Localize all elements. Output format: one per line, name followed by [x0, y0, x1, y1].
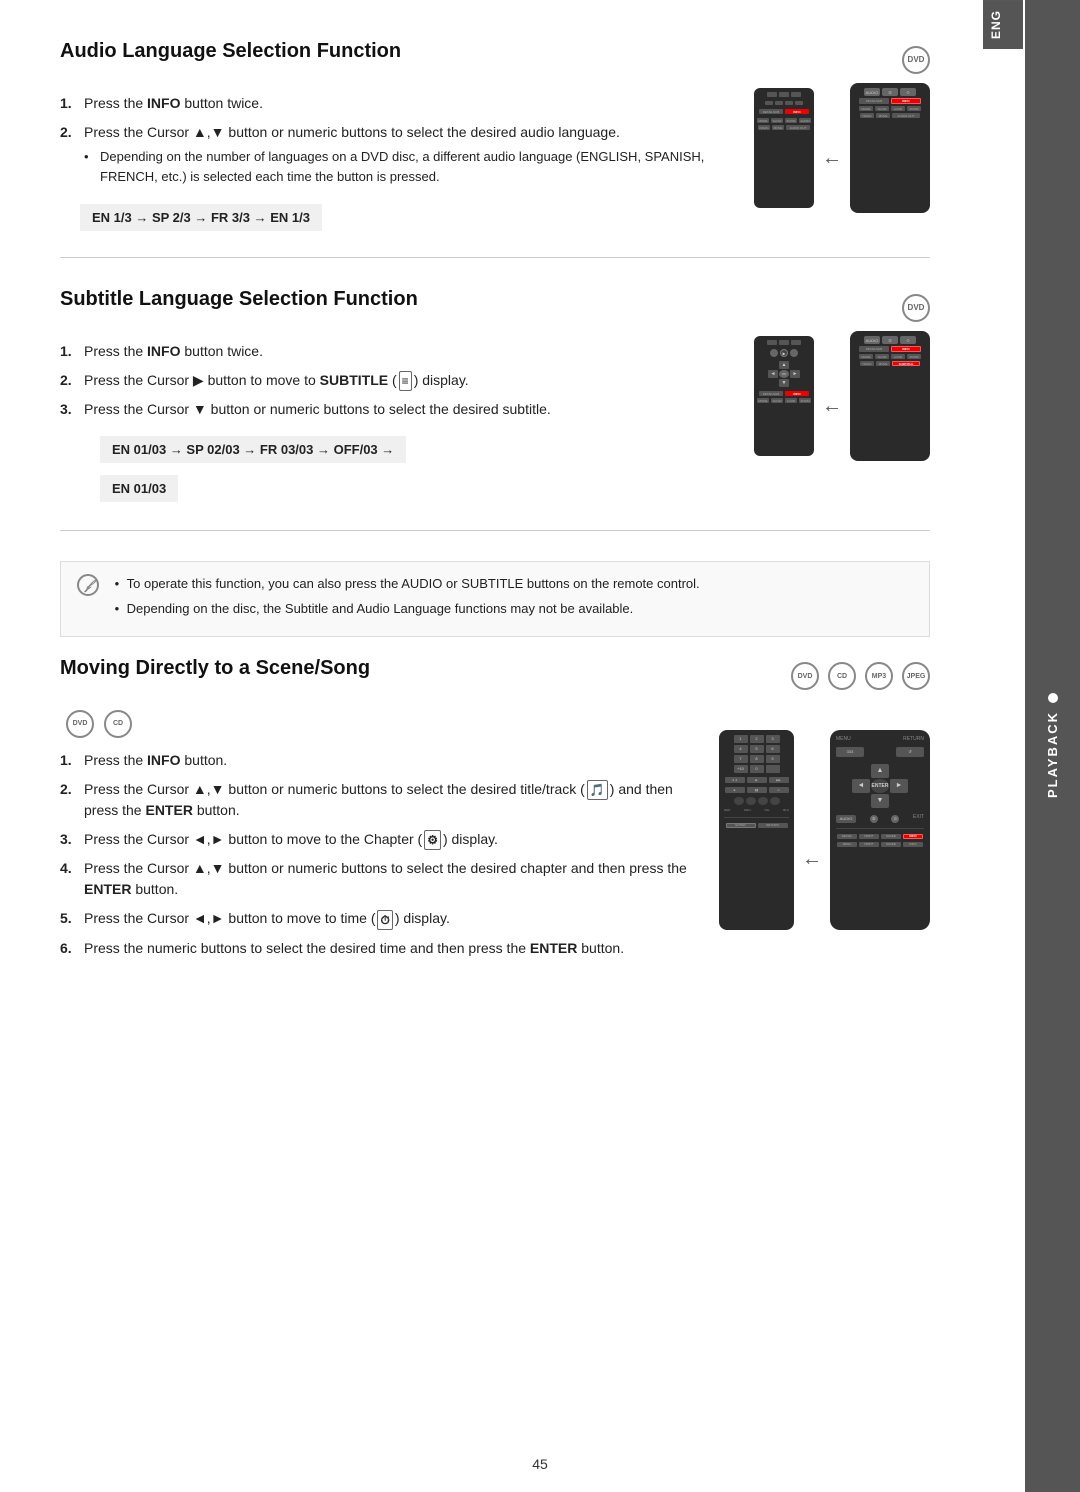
moving-step-1: 1. Press the INFO button.: [60, 750, 930, 771]
audio-dvd-badge: DVD: [902, 46, 930, 74]
moving-jpeg-badge: JPEG: [902, 662, 930, 690]
moving-sub-cd-badge: CD: [104, 710, 132, 738]
subtitle-bold: SUBTITLE: [320, 372, 388, 388]
audio-step-2: 2. Press the Cursor ▲,▼ button or numeri…: [60, 122, 930, 186]
moving-step-2: 2. Press the Cursor ▲,▼ button or numeri…: [60, 779, 930, 821]
moving-step-3: 3. Press the Cursor ◄,► button to move t…: [60, 829, 930, 850]
note-box: 𝒻 To operate this function, you can also…: [60, 561, 930, 637]
time-icon: ⏱: [377, 910, 392, 930]
audio-section-header: Audio Language Selection Function DVD: [60, 40, 930, 79]
title-icon: 🎵: [587, 780, 608, 800]
enter-bold-2: ENTER: [84, 881, 131, 897]
subtitle-step-2: 2. Press the Cursor ▶ button to move to …: [60, 370, 930, 391]
audio-formula: EN 1/3 → SP 2/3 → FR 3/3 → EN 1/3: [80, 204, 322, 231]
subtitle-section: Subtitle Language Selection Function DVD…: [60, 288, 930, 531]
info-bold-1: INFO: [147, 95, 180, 111]
note-icon: 𝒻: [77, 574, 99, 596]
eng-label: ENG: [989, 10, 1003, 39]
sidebar-dot: [1048, 693, 1058, 703]
playback-label: PLAYBACK: [1045, 711, 1060, 798]
moving-cd-badge: CD: [828, 662, 856, 690]
audio-sub-bullet: Depending on the number of languages on …: [84, 147, 930, 186]
audio-step-1: 1. Press the INFO button twice.: [60, 93, 930, 114]
subtitle-step-1: 1. Press the INFO button twice.: [60, 341, 930, 362]
page-number: 45: [532, 1456, 548, 1472]
subtitle-section-header: Subtitle Language Selection Function DVD: [60, 288, 930, 327]
moving-step-5: 5. Press the Cursor ◄,► button to move t…: [60, 908, 930, 929]
subtitle-formula-line2: EN 01/03: [100, 475, 178, 502]
subtitle-dvd-badge: DVD: [902, 294, 930, 322]
subtitle-formula-line1: EN 01/03 → SP 02/03 → FR 03/03 → OFF/03 …: [100, 436, 406, 463]
sidebar-right: PLAYBACK: [1025, 0, 1080, 1492]
info-bold-2: INFO: [147, 343, 180, 359]
moving-section: Moving Directly to a Scene/Song DVD CD M…: [60, 657, 930, 967]
subtitle-icon: ≡: [399, 371, 412, 391]
moving-sub-dvd-badge: DVD: [66, 710, 94, 738]
chapter-icon: ⚙: [424, 830, 441, 850]
subtitle-step-3: 3. Press the Cursor ▼ button or numeric …: [60, 399, 930, 420]
note-content: To operate this function, you can also p…: [111, 574, 909, 624]
note-item-1: To operate this function, you can also p…: [111, 574, 909, 595]
moving-section-header: Moving Directly to a Scene/Song DVD CD M…: [60, 657, 930, 696]
moving-section-title: Moving Directly to a Scene/Song: [60, 657, 370, 684]
main-content: Audio Language Selection Function DVD: [60, 40, 930, 987]
audio-section-title: Audio Language Selection Function: [60, 40, 401, 67]
info-bold-3: INFO: [147, 752, 180, 768]
note-item-2: Depending on the disc, the Subtitle and …: [111, 599, 909, 620]
moving-step-6: 6. Press the numeric buttons to select t…: [60, 938, 930, 959]
audio-steps: 1. Press the INFO button twice. 2. Press…: [60, 93, 930, 186]
moving-step-4: 4. Press the Cursor ▲,▼ button or numeri…: [60, 858, 930, 900]
subtitle-steps: 1. Press the INFO button twice. 2. Press…: [60, 341, 930, 420]
moving-dvd-badge: DVD: [791, 662, 819, 690]
enter-bold-1: ENTER: [145, 802, 192, 818]
moving-mp3-badge: MP3: [865, 662, 893, 690]
enter-bold-3: ENTER: [530, 940, 577, 956]
subtitle-section-title: Subtitle Language Selection Function: [60, 288, 418, 315]
eng-tab: ENG: [983, 0, 1023, 49]
audio-section: Audio Language Selection Function DVD: [60, 40, 930, 258]
